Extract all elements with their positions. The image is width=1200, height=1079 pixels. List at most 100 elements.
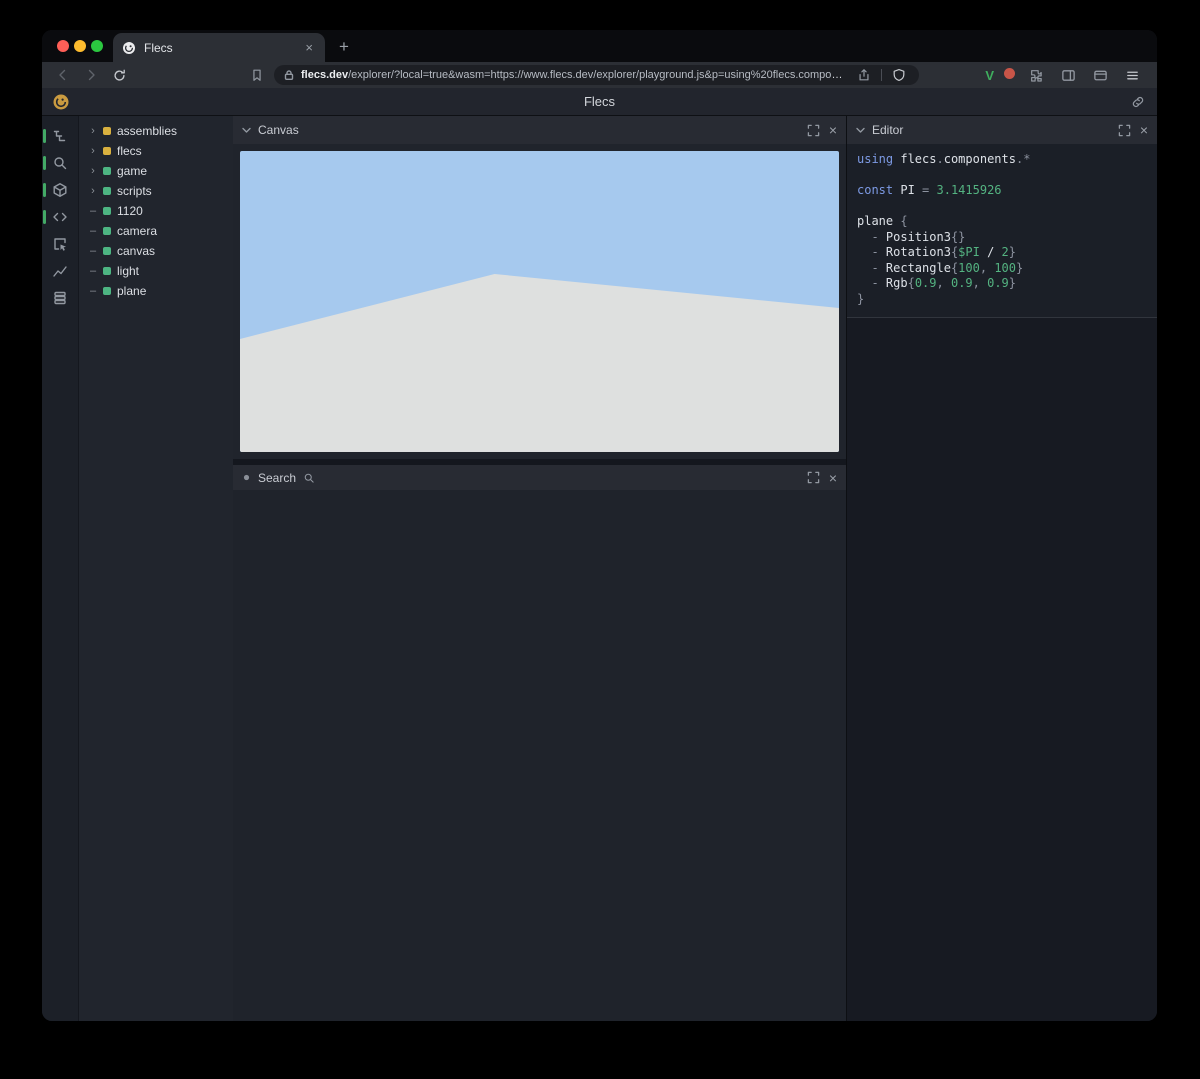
- icon-strip: [42, 116, 78, 1021]
- dot-icon[interactable]: [242, 473, 251, 482]
- search-close-button[interactable]: ×: [829, 471, 837, 485]
- inspect-panel-button[interactable]: [42, 233, 78, 255]
- code-token: PI: [900, 183, 922, 197]
- tree-item-label: scripts: [117, 184, 152, 198]
- tree-item-light[interactable]: –light: [79, 261, 233, 281]
- expand-icon: [807, 124, 820, 137]
- tab-close-button[interactable]: ×: [302, 40, 316, 55]
- browser-tab[interactable]: Flecs ×: [113, 33, 325, 62]
- code-token: {}: [951, 230, 965, 244]
- code-token: -: [857, 261, 886, 275]
- tree-item-flecs[interactable]: › flecs: [79, 141, 233, 161]
- stats-icon: [52, 263, 68, 279]
- code-token: 100: [994, 261, 1016, 275]
- extensions-button[interactable]: [1025, 64, 1047, 86]
- tree-item-label: flecs: [117, 144, 142, 158]
- dash-icon: –: [89, 265, 97, 277]
- forward-button[interactable]: [80, 64, 102, 86]
- entity-color-square: [103, 207, 111, 215]
- code-line: plane {: [857, 214, 1147, 230]
- bookmark-button[interactable]: [246, 64, 268, 86]
- code-line: [857, 199, 1147, 215]
- canvas-close-button[interactable]: ×: [829, 123, 837, 137]
- editor-code[interactable]: using flecs.components.* const PI = 3.14…: [847, 144, 1157, 318]
- search-expand-button[interactable]: [806, 470, 822, 486]
- canvas-body: [233, 144, 846, 459]
- tree-item-label: camera: [117, 224, 157, 238]
- code-panel-button[interactable]: [42, 206, 78, 228]
- main-layout: ›assemblies›flecs›game›scripts–1120–came…: [42, 116, 1157, 1021]
- chevron-down-icon[interactable]: [242, 126, 251, 134]
- tree-item-label: plane: [117, 284, 146, 298]
- traffic-zoom[interactable]: [91, 40, 103, 52]
- sidebar-toggle-button[interactable]: [1057, 64, 1079, 86]
- search-icon: [52, 155, 68, 171]
- brave-shield-icon: [892, 68, 906, 82]
- entities-icon: [52, 182, 68, 198]
- traffic-close[interactable]: [57, 40, 69, 52]
- share-button[interactable]: [853, 64, 875, 86]
- tree-item-scripts[interactable]: › scripts: [79, 181, 233, 201]
- traffic-minimize[interactable]: [74, 40, 86, 52]
- entities-panel-button[interactable]: [42, 179, 78, 201]
- extension-v-button[interactable]: V: [985, 68, 994, 83]
- menu-button[interactable]: [1121, 64, 1143, 86]
- wallet-button[interactable]: [1089, 64, 1111, 86]
- code-token: using: [857, 152, 900, 166]
- tree-item-assemblies[interactable]: › assemblies: [79, 121, 233, 141]
- extension-dot-button[interactable]: [1004, 66, 1015, 84]
- queries-icon: [52, 290, 68, 306]
- chevron-down-icon[interactable]: [856, 126, 865, 134]
- queries-panel-button[interactable]: [42, 287, 78, 309]
- entity-color-square: [103, 147, 111, 155]
- forward-icon: [83, 67, 99, 83]
- code-token: ,: [937, 276, 951, 290]
- stats-panel-button[interactable]: [42, 260, 78, 282]
- code-token: Position3: [886, 230, 951, 244]
- search-panel: Search ×: [233, 465, 846, 1021]
- editor-expand-button[interactable]: [1117, 122, 1133, 138]
- code-line: - Rotation3{$PI / 2}: [857, 245, 1147, 261]
- new-tab-button[interactable]: +: [331, 34, 357, 60]
- tree-panel-button[interactable]: [42, 125, 78, 147]
- tree-item-canvas[interactable]: –canvas: [79, 241, 233, 261]
- entity-color-square: [103, 247, 111, 255]
- code-token: Rectangle: [886, 261, 951, 275]
- entity-color-square: [103, 187, 111, 195]
- code-token: 2: [1002, 245, 1009, 259]
- browser-window: Flecs × + flecs.dev/explorer/?local=true…: [42, 30, 1157, 1021]
- brave-shield-button[interactable]: [888, 64, 910, 86]
- url-bar[interactable]: flecs.dev/explorer/?local=true&wasm=http…: [274, 65, 919, 85]
- entity-color-square: [103, 127, 111, 135]
- sidebar-toggle-icon: [1061, 68, 1076, 83]
- entity-tree: ›assemblies›flecs›game›scripts–1120–came…: [78, 116, 233, 1021]
- chevron-right-icon[interactable]: ›: [89, 165, 97, 177]
- tree-item-camera[interactable]: – camera: [79, 221, 233, 241]
- search-panel-button[interactable]: [42, 152, 78, 174]
- page-header: Flecs: [42, 88, 1157, 116]
- tree-item-label: assemblies: [117, 124, 177, 138]
- chevron-right-icon[interactable]: ›: [89, 125, 97, 137]
- flecs-favicon-icon: [122, 41, 136, 55]
- tree-item-game[interactable]: ›game: [79, 161, 233, 181]
- back-button[interactable]: [52, 64, 74, 86]
- editor-close-button[interactable]: ×: [1140, 123, 1148, 137]
- chevron-right-icon[interactable]: ›: [89, 185, 97, 197]
- entity-color-square: [103, 227, 111, 235]
- editor-panel: Editor × using flecs.components.* const …: [846, 116, 1157, 1021]
- chevron-right-icon[interactable]: ›: [89, 145, 97, 157]
- canvas-3d-viewport[interactable]: [240, 151, 839, 452]
- dash-icon: –: [89, 225, 97, 237]
- tree-item-plane[interactable]: –plane: [79, 281, 233, 301]
- page-title: Flecs: [584, 94, 615, 109]
- canvas-expand-button[interactable]: [806, 122, 822, 138]
- code-token: $PI: [958, 245, 980, 259]
- reload-icon: [112, 68, 127, 83]
- tree-item-label: canvas: [117, 244, 155, 258]
- code-token: flecs: [900, 152, 936, 166]
- tree-item-1120[interactable]: –1120: [79, 201, 233, 221]
- reload-button[interactable]: [108, 64, 130, 86]
- code-token: =: [922, 183, 936, 197]
- share-link-button[interactable]: [1131, 95, 1145, 114]
- code-token: -: [857, 245, 886, 259]
